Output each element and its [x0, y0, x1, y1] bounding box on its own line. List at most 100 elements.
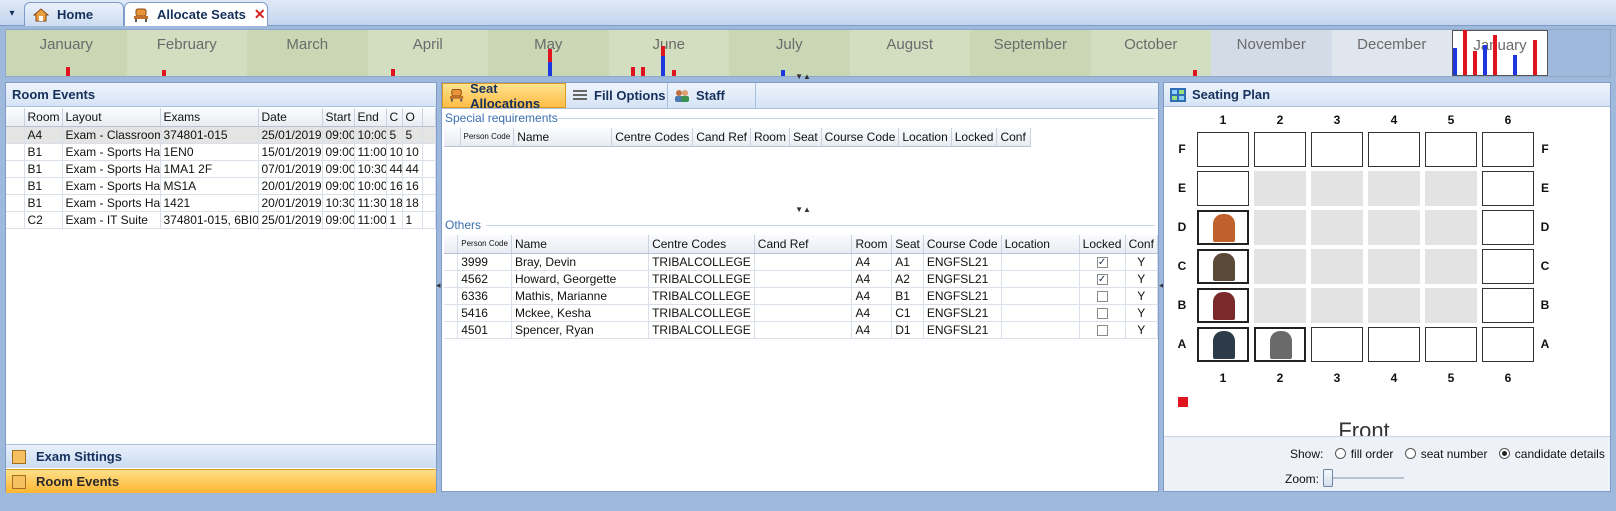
special-column-header[interactable] — [444, 128, 461, 147]
others-row[interactable]: 5416 Mckee, Kesha TRIBALCOLLEGE A4 C1 ENGFSL2… — [444, 304, 1159, 322]
room-events-row[interactable]: A4 Exam - Classroom 374801-015 25/01/2019 09… — [6, 126, 436, 144]
seat-b6[interactable] — [1482, 288, 1534, 323]
room-events-row[interactable]: C2 Exam - IT Suite 374801-015, 6BI05 25/01/… — [6, 211, 436, 229]
seat-b1[interactable] — [1197, 288, 1249, 323]
others-column-header[interactable]: Name — [511, 235, 650, 254]
room-events-row[interactable]: B1 Exam - Sports Hall 1EN0 15/01/2019 09:00 1… — [6, 143, 436, 161]
room-events-column-header[interactable] — [6, 108, 25, 127]
locked-checkbox[interactable] — [1096, 324, 1108, 336]
room-events-row[interactable]: B1 Exam - Sports Hall 1MA1 2F 07/01/2019 09:… — [6, 160, 436, 178]
tab-home[interactable]: Home — [24, 2, 124, 26]
special-column-header[interactable]: Person Code — [460, 128, 515, 147]
seat-f6[interactable] — [1482, 132, 1534, 167]
room-events-column-header[interactable]: Start — [322, 108, 355, 127]
room-events-column-header[interactable]: O — [402, 108, 423, 127]
locked-checkbox[interactable]: ✓ — [1096, 256, 1108, 268]
others-column-header[interactable]: Locked — [1079, 235, 1126, 254]
timeline-month-3[interactable]: April — [367, 30, 488, 76]
others-row[interactable]: 6336 Mathis, Marianne TRIBALCOLLEGE A4 B1 ENG… — [444, 287, 1159, 305]
tab-staff[interactable]: Staff — [668, 83, 756, 108]
others-row[interactable]: 4501 Spencer, Ryan TRIBALCOLLEGE A4 D1 ENGFSL… — [444, 321, 1159, 339]
others-row[interactable]: 4562 Howard, Georgette TRIBALCOLLEGE A4 A2 EN… — [444, 270, 1159, 288]
month-timeline[interactable]: January February March April May June July Augu… — [5, 29, 1611, 77]
special-column-header[interactable]: Location — [898, 128, 952, 147]
special-column-header[interactable]: Seat — [789, 128, 822, 147]
timeline-month-7[interactable]: August — [849, 30, 970, 76]
locked-checkbox[interactable] — [1096, 307, 1108, 319]
timeline-month-4[interactable]: May — [488, 30, 609, 76]
others-column-header[interactable]: Course Code — [923, 235, 1002, 254]
radio-fill-order[interactable] — [1334, 448, 1346, 459]
timeline-month-2[interactable]: March — [247, 30, 368, 76]
radio-candidate-details[interactable] — [1498, 448, 1510, 459]
special-column-header[interactable]: Conf — [996, 128, 1032, 147]
special-column-header[interactable]: Course Code — [821, 128, 900, 147]
others-column-header[interactable]: Conf — [1125, 235, 1159, 254]
room-events-column-header[interactable]: C — [386, 108, 403, 127]
special-column-header[interactable]: Locked — [951, 128, 998, 147]
others-column-header[interactable]: Room — [851, 235, 893, 254]
locked-checkbox[interactable] — [1096, 290, 1108, 302]
others-row[interactable]: 3999 Bray, Devin TRIBALCOLLEGE A4 A1 ENGFSL21… — [444, 253, 1159, 271]
timeline-month-9[interactable]: October — [1090, 30, 1211, 76]
room-events-column-header[interactable]: Date — [258, 108, 323, 127]
seat-f3[interactable] — [1311, 132, 1363, 167]
others-column-header[interactable] — [444, 235, 459, 254]
special-column-header[interactable]: Centre Codes — [611, 128, 694, 147]
tab-fill-options[interactable]: Fill Options — [566, 83, 668, 108]
room-events-row[interactable]: B1 Exam - Sports Hall 1421 20/01/2019 10:30 1… — [6, 194, 436, 212]
middle-splitter-handle[interactable]: ▼▲ — [795, 206, 811, 214]
room-events-column-header[interactable]: End — [354, 108, 387, 127]
seat-f4[interactable] — [1368, 132, 1420, 167]
seat-d6[interactable] — [1482, 210, 1534, 245]
seat-a1[interactable] — [1197, 327, 1249, 362]
radio-seat-number[interactable] — [1404, 448, 1416, 459]
others-column-header[interactable]: Cand Ref — [754, 235, 853, 254]
special-column-header[interactable]: Name — [513, 128, 613, 147]
timeline-month-11[interactable]: December — [1331, 30, 1452, 76]
seat-f2[interactable] — [1254, 132, 1306, 167]
room-events-row[interactable]: B1 Exam - Sports Hall MS1A 20/01/2019 09:00 1… — [6, 177, 436, 195]
timeline-month-12[interactable]: January — [1452, 30, 1548, 76]
tab-menu-button[interactable]: ▾ — [4, 4, 20, 24]
room-events-column-header[interactable]: Layout — [62, 108, 161, 127]
row-indicator-cell — [444, 321, 459, 339]
tab-seat-allocations[interactable]: Seat Allocations — [442, 81, 566, 111]
seat-a2[interactable] — [1254, 327, 1306, 362]
locked-checkbox[interactable]: ✓ — [1096, 273, 1108, 285]
seat-c6[interactable] — [1482, 249, 1534, 284]
close-tab-icon[interactable]: ✕ — [254, 6, 266, 23]
seat-f1[interactable] — [1197, 132, 1249, 167]
seat-e1[interactable] — [1197, 171, 1249, 206]
others-column-header[interactable]: Person Code — [457, 235, 512, 254]
others-column-header[interactable]: Seat — [891, 235, 924, 254]
tab-allocate-seats[interactable]: Allocate Seats ✕ — [124, 2, 268, 26]
timeline-month-5[interactable]: June — [608, 30, 729, 76]
accordion-room-events[interactable]: Room Events — [6, 469, 436, 493]
special-column-header[interactable]: Room — [750, 128, 790, 147]
seat-d1[interactable] — [1197, 210, 1249, 245]
seat-a3[interactable] — [1311, 327, 1363, 362]
seat-e6[interactable] — [1482, 171, 1534, 206]
timeline-month-6[interactable]: July — [729, 30, 850, 76]
zoom-slider-track[interactable] — [1324, 477, 1404, 479]
special-column-header[interactable]: Cand Ref — [692, 128, 751, 147]
timeline-month-1[interactable]: February — [126, 30, 247, 76]
others-cell-centre: TRIBALCOLLEGE — [648, 253, 755, 271]
seat-a5[interactable] — [1425, 327, 1477, 362]
seat-a6[interactable] — [1482, 327, 1534, 362]
left-splitter-handle[interactable]: ◂ — [436, 280, 441, 291]
timeline-month-10[interactable]: November — [1211, 30, 1332, 76]
others-column-header[interactable]: Centre Codes — [648, 235, 755, 254]
room-events-column-header[interactable]: Room — [24, 108, 63, 127]
timeline-month-8[interactable]: September — [970, 30, 1091, 76]
timeline-splitter-handle[interactable]: ▼▲ — [795, 73, 811, 81]
accordion-exam-sittings[interactable]: Exam Sittings — [6, 444, 436, 468]
seat-a4[interactable] — [1368, 327, 1420, 362]
room-events-column-header[interactable]: Exams — [160, 108, 259, 127]
zoom-slider-thumb[interactable] — [1323, 469, 1333, 487]
others-column-header[interactable]: Location — [1001, 235, 1080, 254]
seat-f5[interactable] — [1425, 132, 1477, 167]
seat-c1[interactable] — [1197, 249, 1249, 284]
timeline-month-0[interactable]: January — [6, 30, 127, 76]
